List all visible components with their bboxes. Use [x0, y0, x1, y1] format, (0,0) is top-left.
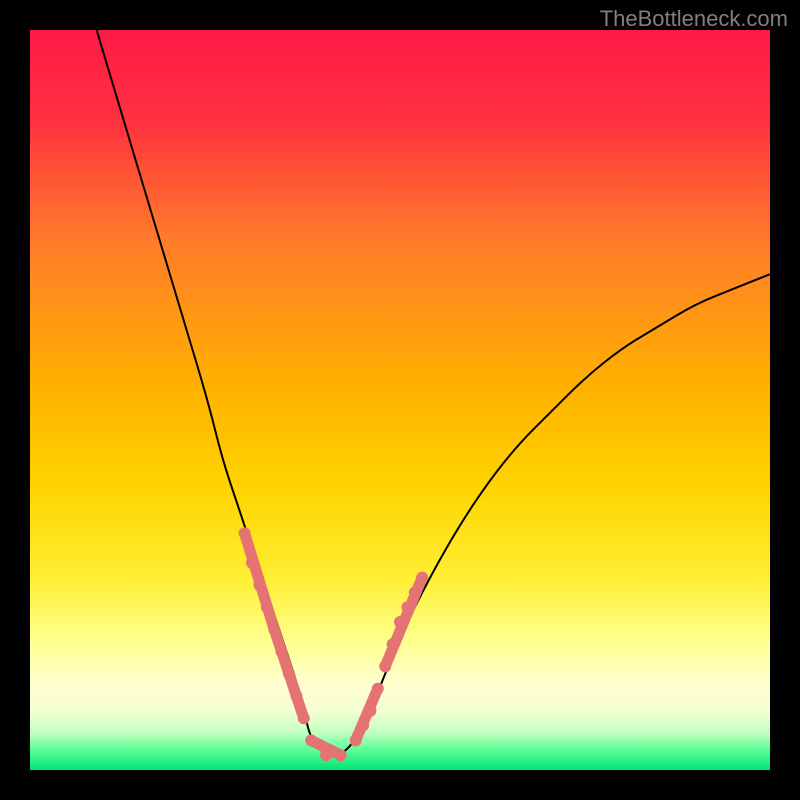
marker-dot — [320, 749, 332, 761]
marker-dot — [290, 690, 302, 702]
marker-dot — [305, 734, 317, 746]
marker-dot — [379, 660, 391, 672]
marker-dot — [409, 586, 421, 598]
marker-dot — [357, 720, 369, 732]
marker-dot — [387, 638, 399, 650]
marker-dot — [239, 527, 251, 539]
marker-dot — [401, 601, 413, 613]
watermark-text: TheBottleneck.com — [600, 6, 788, 32]
marker-dot — [253, 579, 265, 591]
marker-dot — [268, 623, 280, 635]
marker-dot — [335, 749, 347, 761]
curve-group — [97, 30, 770, 755]
marker-dot — [261, 601, 273, 613]
marker-dot — [364, 705, 376, 717]
chart-curve-svg — [30, 30, 770, 770]
marker-dot — [372, 683, 384, 695]
marker-dot — [276, 646, 288, 658]
plot-area — [30, 30, 770, 770]
marker-dot — [283, 668, 295, 680]
marker-dot — [298, 712, 310, 724]
bottleneck-curve-path — [97, 30, 770, 755]
marker-dot — [246, 557, 258, 569]
marker-dot — [350, 734, 362, 746]
marker-dot — [394, 616, 406, 628]
marker-dot — [416, 572, 428, 584]
